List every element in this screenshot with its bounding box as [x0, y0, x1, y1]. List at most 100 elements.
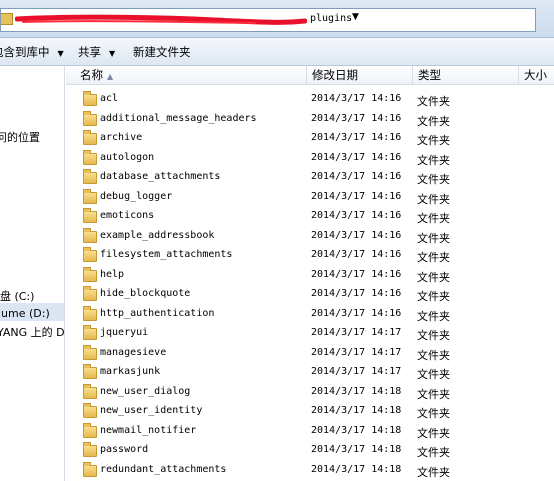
folder-icon — [83, 403, 97, 418]
file-row[interactable]: filesystem_attachments 2014/3/17 14:16 文件夹 — [66, 247, 554, 267]
file-name: password — [100, 444, 149, 455]
file-name: help — [100, 268, 125, 280]
breadcrumb-current-folder[interactable]: plugins — [310, 13, 352, 24]
file-name: additional_message_headers — [100, 112, 257, 124]
file-date: 2014/3/17 14:16 — [311, 151, 402, 163]
file-type: 文件夹 — [417, 309, 450, 323]
dropdown-arrow-icon: ▼ — [57, 49, 64, 58]
file-date: 2014/3/17 14:16 — [311, 268, 402, 280]
file-row[interactable]: database_attachments 2014/3/17 14:16 文件夹 — [66, 169, 554, 189]
folder-icon — [83, 422, 97, 438]
file-date: 2014/3/17 14:16 — [311, 210, 402, 221]
file-row[interactable]: help 2014/3/17 14:16 文件夹 — [66, 266, 554, 287]
file-date: 2014/3/17 14:16 — [311, 171, 402, 182]
redaction-scribble — [15, 14, 307, 25]
file-date: 2014/3/17 14:16 — [311, 288, 402, 299]
folder-icon — [83, 325, 97, 340]
sidebar-item-network-drive[interactable]: YANG 上的 D — [0, 324, 64, 340]
file-row[interactable]: autologon 2014/3/17 14:16 文件夹 — [66, 149, 554, 170]
file-row[interactable]: http_authentication 2014/3/17 14:16 文件夹 — [66, 305, 554, 326]
file-list: acl 2014/3/17 14:16 文件夹 additional_message_… — [66, 85, 554, 481]
folder-icon — [83, 364, 97, 379]
column-header-name[interactable]: 名称 ▲ — [66, 66, 307, 85]
folder-icon — [83, 344, 97, 360]
file-name: redundant_attachments — [100, 463, 227, 475]
include-in-library-button[interactable]: 包含到库中 ▼ — [0, 44, 64, 60]
file-type: 文件夹 — [417, 231, 450, 245]
column-header-type[interactable]: 类型 — [413, 66, 519, 85]
file-name: managesieve — [100, 346, 167, 358]
file-date: 2014/3/17 14:16 — [311, 112, 402, 124]
file-type: 文件夹 — [417, 134, 450, 147]
file-row[interactable]: redundant_attachments 2014/3/17 14:18 文件夹 — [66, 461, 554, 481]
new-folder-label: 新建文件夹 — [133, 45, 191, 59]
file-row[interactable]: jqueryui 2014/3/17 14:17 文件夹 — [66, 325, 554, 345]
dropdown-arrow-icon: ▼ — [109, 49, 116, 58]
file-row[interactable]: password 2014/3/17 14:18 文件夹 — [66, 442, 554, 462]
column-header-size[interactable]: 大小 — [519, 66, 554, 85]
file-type: 文件夹 — [417, 465, 450, 479]
folder-icon — [83, 286, 97, 301]
file-date: 2014/3/17 14:18 — [311, 444, 402, 455]
column-header-date[interactable]: 修改日期 — [307, 66, 413, 85]
file-row[interactable]: additional_message_headers 2014/3/17 14:1… — [66, 110, 554, 131]
folder-icon — [1, 13, 13, 25]
folder-icon — [83, 461, 97, 477]
folder-icon — [83, 208, 97, 223]
file-row[interactable]: archive 2014/3/17 14:16 文件夹 — [66, 130, 554, 150]
column-header-row: 名称 ▲ 修改日期 类型 大小 — [66, 66, 554, 85]
file-row[interactable]: managesieve 2014/3/17 14:17 文件夹 — [66, 344, 554, 365]
file-type: 文件夹 — [417, 426, 450, 440]
sidebar-item-drive-c[interactable]: 盘 (C:) — [0, 288, 34, 304]
column-date-label: 修改日期 — [312, 68, 358, 82]
file-type: 文件夹 — [417, 270, 450, 284]
file-type: 文件夹 — [417, 114, 450, 128]
file-row[interactable]: markasjunk 2014/3/17 14:17 文件夹 — [66, 364, 554, 384]
file-row[interactable]: acl 2014/3/17 14:16 文件夹 — [66, 91, 554, 111]
folder-icon — [83, 383, 97, 399]
file-date: 2014/3/17 14:16 — [311, 229, 402, 241]
address-bar[interactable]: plugins ▼ — [0, 8, 536, 32]
folder-icon — [83, 149, 97, 165]
file-type: 文件夹 — [417, 153, 450, 167]
file-row[interactable]: new_user_dialog 2014/3/17 14:18 文件夹 — [66, 383, 554, 404]
file-row[interactable]: debug_logger 2014/3/17 14:16 文件夹 — [66, 188, 554, 209]
file-row[interactable]: emoticons 2014/3/17 14:16 文件夹 — [66, 208, 554, 228]
file-type: 文件夹 — [417, 173, 450, 186]
file-row[interactable]: hide_blockquote 2014/3/17 14:16 文件夹 — [66, 286, 554, 306]
file-name: emoticons — [100, 210, 155, 221]
share-button[interactable]: 共享 ▼ — [78, 44, 115, 60]
file-row[interactable]: newmail_notifier 2014/3/17 14:18 文件夹 — [66, 422, 554, 443]
file-date: 2014/3/17 14:17 — [311, 366, 402, 377]
file-date: 2014/3/17 14:16 — [311, 307, 402, 319]
file-name: new_user_identity — [100, 405, 203, 416]
file-type: 文件夹 — [417, 329, 450, 342]
file-name: debug_logger — [100, 190, 173, 202]
file-row[interactable]: new_user_identity 2014/3/17 14:18 文件夹 — [66, 403, 554, 423]
share-label: 共享 — [78, 45, 101, 59]
file-name: jqueryui — [100, 327, 149, 338]
folder-icon — [83, 91, 97, 106]
new-folder-button[interactable]: 新建文件夹 — [133, 44, 191, 60]
file-date: 2014/3/17 14:16 — [311, 190, 402, 202]
file-date: 2014/3/17 14:18 — [311, 424, 402, 436]
sidebar-item-recent-places[interactable]: 问的位置 — [0, 129, 40, 145]
file-date: 2014/3/17 14:17 — [311, 346, 402, 358]
file-type: 文件夹 — [417, 348, 450, 362]
file-type: 文件夹 — [417, 192, 450, 206]
file-name: http_authentication — [100, 307, 215, 319]
file-name: database_attachments — [100, 171, 221, 182]
file-type: 文件夹 — [417, 368, 450, 381]
file-name: archive — [100, 132, 143, 143]
sidebar-item-drive-d[interactable]: lume (D:) — [0, 307, 50, 320]
file-date: 2014/3/17 14:17 — [311, 327, 402, 338]
column-type-label: 类型 — [418, 68, 441, 82]
folder-icon — [83, 305, 97, 321]
file-name: new_user_dialog — [100, 385, 191, 397]
file-type: 文件夹 — [417, 446, 450, 459]
file-name: hide_blockquote — [100, 288, 191, 299]
file-name: filesystem_attachments — [100, 249, 233, 260]
file-date: 2014/3/17 14:16 — [311, 93, 402, 104]
chevron-down-icon[interactable]: ▼ — [352, 12, 359, 22]
file-row[interactable]: example_addressbook 2014/3/17 14:16 文件夹 — [66, 227, 554, 248]
